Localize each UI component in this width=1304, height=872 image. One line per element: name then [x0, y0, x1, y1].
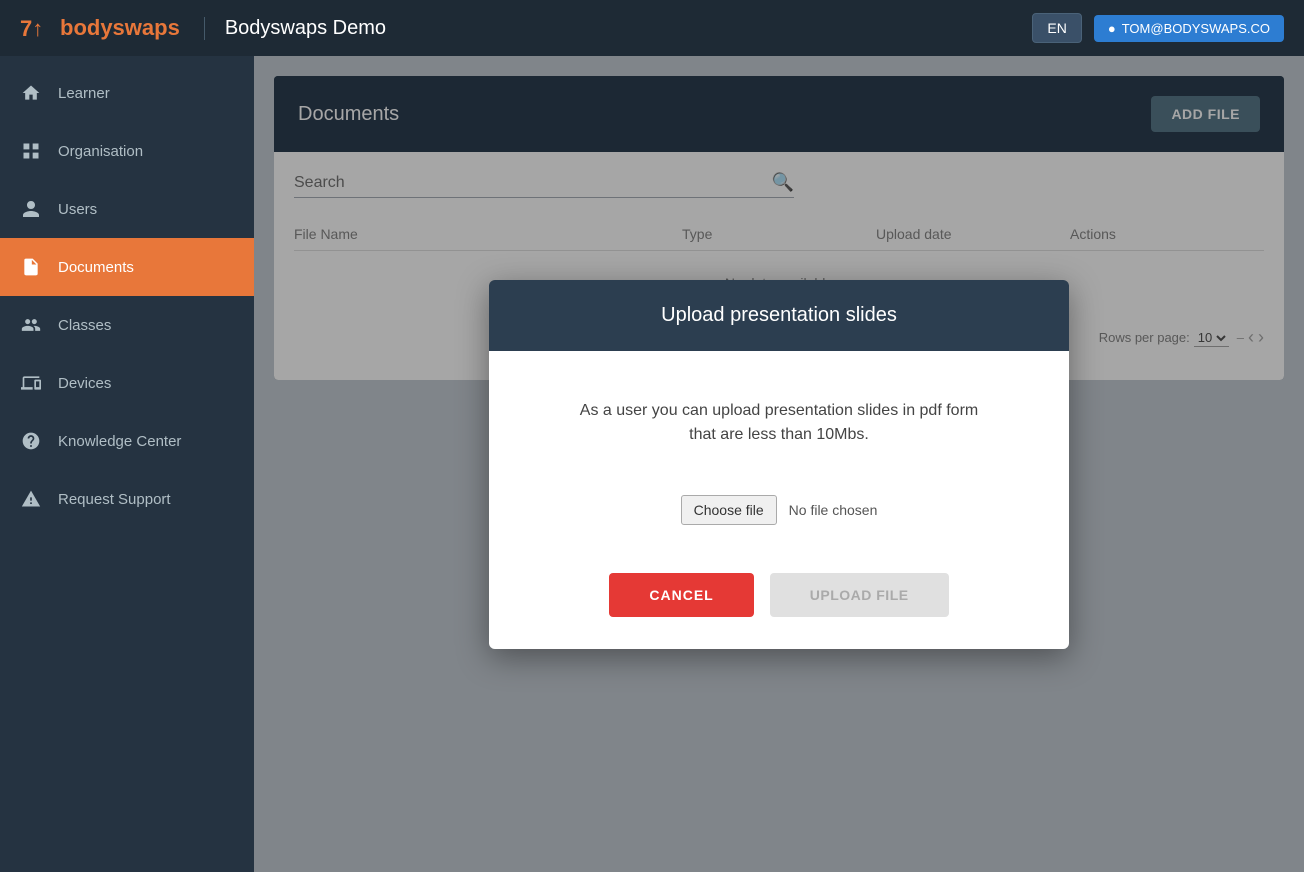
sidebar: Learner Organisation Users Documents Cla [0, 56, 254, 872]
group-icon [20, 314, 42, 336]
file-input-row: Choose file No file chosen [681, 495, 878, 525]
header: 7↑ bodyswaps Bodyswaps Demo EN ● TOM@BOD… [0, 0, 1304, 56]
sidebar-label-knowledge-center: Knowledge Center [58, 433, 181, 450]
no-file-text: No file chosen [789, 502, 878, 518]
logo: 7↑ bodyswaps [20, 12, 180, 44]
warning-icon [20, 488, 42, 510]
header-right: EN ● TOM@BODYSWAPS.CO [1032, 13, 1284, 43]
user-account-button[interactable]: ● TOM@BODYSWAPS.CO [1094, 15, 1284, 42]
sidebar-label-request-support: Request Support [58, 491, 171, 508]
sidebar-item-learner[interactable]: Learner [0, 64, 254, 122]
account-icon: ● [1108, 21, 1116, 36]
home-icon [20, 82, 42, 104]
sidebar-label-documents: Documents [58, 259, 134, 276]
sidebar-item-knowledge-center[interactable]: Knowledge Center [0, 412, 254, 470]
modal-body: As a user you can upload presentation sl… [489, 351, 1069, 649]
sidebar-label-devices: Devices [58, 375, 111, 392]
sidebar-item-classes[interactable]: Classes [0, 296, 254, 354]
sidebar-item-organisation[interactable]: Organisation [0, 122, 254, 180]
sidebar-label-classes: Classes [58, 317, 111, 334]
upload-modal: Upload presentation slides As a user you… [489, 280, 1069, 649]
upload-button[interactable]: UPLOAD FILE [770, 573, 949, 617]
document-icon [20, 256, 42, 278]
grid-icon [20, 140, 42, 162]
header-left: 7↑ bodyswaps Bodyswaps Demo [20, 12, 386, 44]
sidebar-item-users[interactable]: Users [0, 180, 254, 238]
sidebar-label-organisation: Organisation [58, 143, 143, 160]
user-email: TOM@BODYSWAPS.CO [1122, 21, 1270, 36]
sidebar-item-request-support[interactable]: Request Support [0, 470, 254, 528]
sidebar-item-documents[interactable]: Documents [0, 238, 254, 296]
svg-text:7↑: 7↑ [20, 16, 43, 41]
modal-overlay: Upload presentation slides As a user you… [254, 56, 1304, 872]
choose-file-button[interactable]: Choose file [681, 495, 777, 525]
modal-header: Upload presentation slides [489, 280, 1069, 351]
logo-text: bodyswaps [60, 15, 180, 41]
sidebar-item-devices[interactable]: Devices [0, 354, 254, 412]
app-title: Bodyswaps Demo [204, 17, 386, 40]
modal-description: As a user you can upload presentation sl… [569, 399, 989, 447]
logo-icon: 7↑ [20, 12, 52, 44]
sidebar-label-users: Users [58, 201, 97, 218]
sidebar-label-learner: Learner [58, 85, 110, 102]
modal-title: Upload presentation slides [661, 304, 897, 326]
question-icon [20, 430, 42, 452]
person-icon [20, 198, 42, 220]
modal-actions: CANCEL UPLOAD FILE [609, 573, 948, 617]
content-area: Documents ADD FILE 🔍 File Name Type Uplo… [254, 56, 1304, 872]
cancel-button[interactable]: CANCEL [609, 573, 753, 617]
main-layout: Learner Organisation Users Documents Cla [0, 56, 1304, 872]
language-button[interactable]: EN [1032, 13, 1081, 43]
devices-icon [20, 372, 42, 394]
